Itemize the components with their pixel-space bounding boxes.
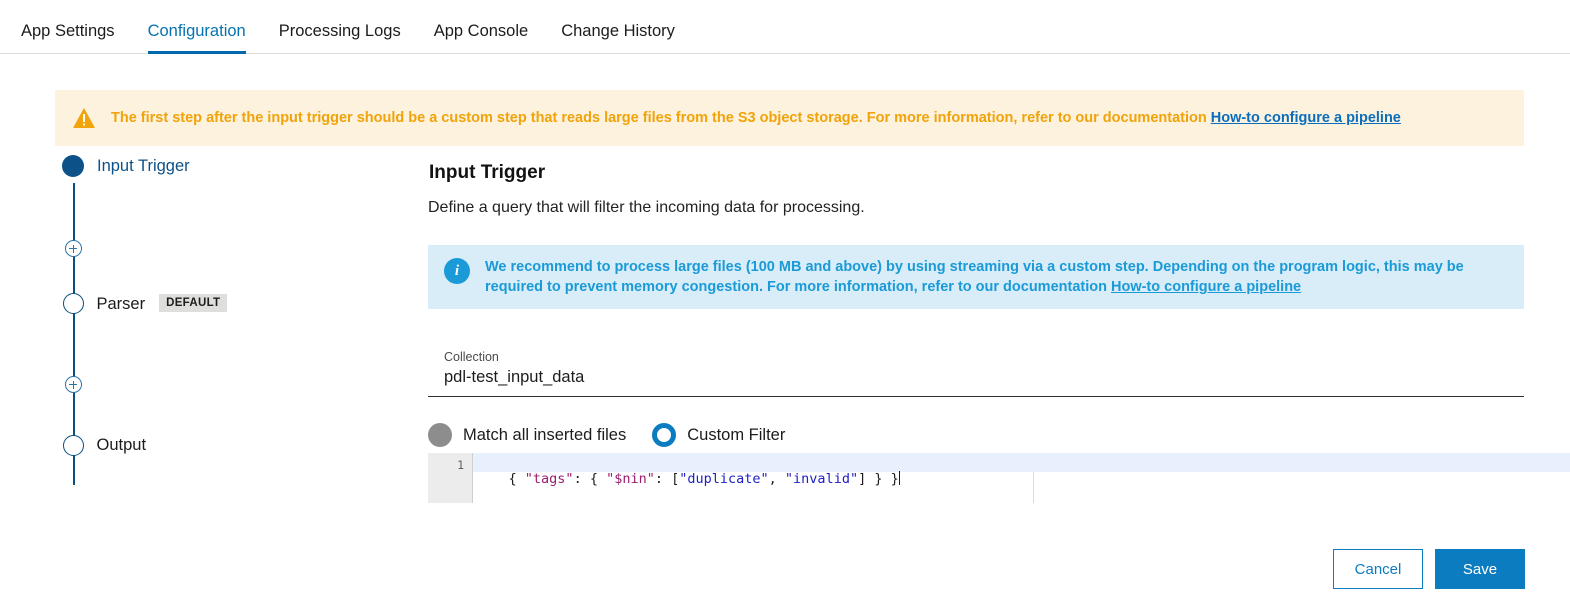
warning-banner-doc-link[interactable]: How-to configure a pipeline bbox=[1211, 110, 1401, 126]
stepper-label-parser: Parser DEFAULT bbox=[96, 293, 228, 314]
tab-app-settings[interactable]: App Settings bbox=[21, 21, 115, 53]
stepper-node-output[interactable]: Output bbox=[62, 435, 147, 456]
radio-label-custom-filter: Custom Filter bbox=[687, 425, 786, 444]
warning-banner-text: The first step after the input trigger s… bbox=[111, 109, 1401, 127]
warning-banner-message: The first step after the input trigger s… bbox=[111, 110, 1211, 126]
code-token-punct: { bbox=[508, 471, 525, 487]
stepper-label-output: Output bbox=[96, 436, 147, 454]
code-token-key: "$nin" bbox=[606, 471, 655, 487]
plus-circle-icon bbox=[64, 376, 82, 393]
radio-selected-icon bbox=[652, 423, 677, 447]
collection-field[interactable]: Collection pdl-test_input_data bbox=[428, 349, 1524, 397]
code-token-key: "tags" bbox=[524, 471, 574, 487]
code-token-string: "invalid" bbox=[784, 471, 859, 487]
editor-line-number: 1 bbox=[457, 458, 464, 472]
info-banner-text: We recommend to process large files (100… bbox=[485, 257, 1485, 297]
collection-input[interactable]: pdl-test_input_data bbox=[428, 366, 1524, 389]
tab-configuration[interactable]: Configuration bbox=[147, 21, 246, 54]
editor-gutter: 1 bbox=[428, 453, 472, 503]
radio-custom-filter[interactable]: Custom Filter bbox=[652, 423, 785, 447]
stepper-add-step-button-1[interactable] bbox=[64, 240, 82, 257]
editor-code-line[interactable]: { "tags": { "$nin": ["duplicate", "inval… bbox=[476, 456, 900, 502]
info-circle-icon: i bbox=[444, 258, 470, 284]
stepper-node-parser[interactable]: Parser DEFAULT bbox=[62, 293, 228, 314]
stepper-dot-filled-icon bbox=[62, 155, 84, 177]
cancel-button[interactable]: Cancel bbox=[1333, 549, 1423, 589]
status-badge-default: DEFAULT bbox=[159, 293, 228, 312]
radio-match-all-inserted-files[interactable]: Match all inserted files bbox=[428, 423, 626, 447]
info-banner-doc-link[interactable]: How-to configure a pipeline bbox=[1111, 279, 1301, 295]
stepper-add-step-button-2[interactable] bbox=[64, 376, 82, 393]
tab-change-history[interactable]: Change History bbox=[561, 21, 675, 53]
page-title: Input Trigger bbox=[429, 162, 546, 183]
warning-triangle-icon bbox=[72, 107, 96, 129]
code-token-punct: : { bbox=[573, 471, 607, 487]
radio-label-match-all: Match all inserted files bbox=[463, 425, 627, 444]
stepper-dot-hollow-icon bbox=[62, 293, 84, 314]
code-token-punct: ] } } bbox=[858, 471, 899, 487]
tab-processing-logs[interactable]: Processing Logs bbox=[279, 21, 401, 53]
main-panel: Input Trigger Define a query that will f… bbox=[428, 160, 1528, 447]
code-token-string: "duplicate" bbox=[679, 471, 769, 487]
code-token-punct: : [ bbox=[654, 471, 680, 487]
stepper-label-input-trigger: Input Trigger bbox=[97, 156, 190, 175]
warning-banner: The first step after the input trigger s… bbox=[55, 90, 1524, 146]
editor-text-caret bbox=[898, 471, 900, 485]
stepper-dot-hollow-icon bbox=[62, 435, 84, 456]
code-token-punct: , bbox=[768, 471, 785, 487]
info-banner-message: We recommend to process large files (100… bbox=[485, 259, 1464, 295]
collection-field-label: Collection bbox=[444, 350, 499, 364]
stepper-label-parser-text: Parser bbox=[96, 294, 146, 313]
footer-actions: Cancel Save bbox=[0, 549, 1570, 589]
filter-query-editor[interactable]: 1 { "tags": { "$nin": ["duplicate", "inv… bbox=[428, 453, 1570, 503]
plus-circle-icon bbox=[64, 240, 82, 257]
radio-unselected-icon bbox=[428, 423, 452, 447]
filter-mode-radio-group: Match all inserted files Custom Filter bbox=[428, 423, 1528, 447]
stepper-node-input-trigger[interactable]: Input Trigger bbox=[62, 155, 190, 177]
page-subtitle: Define a query that will filter the inco… bbox=[428, 199, 865, 216]
editor-vertical-ruler bbox=[1033, 472, 1034, 503]
pipeline-stepper: Input Trigger Parser DEFAULT Output bbox=[50, 155, 380, 485]
info-banner: i We recommend to process large files (1… bbox=[428, 245, 1524, 309]
save-button[interactable]: Save bbox=[1435, 549, 1525, 589]
tab-app-console[interactable]: App Console bbox=[434, 21, 528, 53]
tab-bar: App Settings Configuration Processing Lo… bbox=[0, 0, 1570, 54]
